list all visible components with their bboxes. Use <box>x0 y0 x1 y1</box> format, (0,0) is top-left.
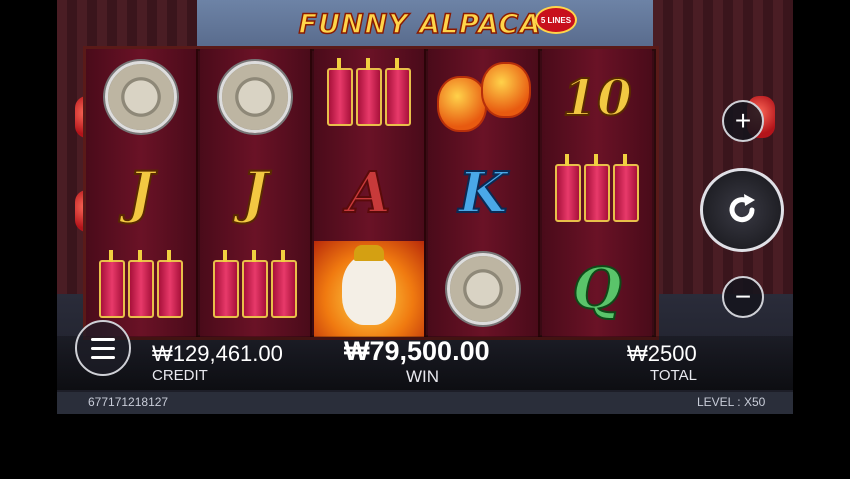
symbol-ten: 10 <box>561 67 633 128</box>
alpaca-hat-icon <box>354 245 384 261</box>
symbol-gong <box>86 49 196 145</box>
symbol-firecrackers <box>542 145 652 241</box>
increase-bet-button[interactable]: + <box>722 100 764 142</box>
minus-icon: − <box>734 281 752 312</box>
reel-3: A <box>314 49 426 337</box>
win-label: WIN <box>406 367 440 386</box>
game-logo: FUNNY ALPACA <box>270 6 570 42</box>
level-label: LEVEL : <box>697 395 741 409</box>
symbol-firecrackers <box>200 241 310 337</box>
logo-title: FUNNY ALPACA <box>298 8 542 41</box>
symbol-alpaca-wild <box>314 241 424 337</box>
hamburger-icon <box>91 337 115 341</box>
reel-4: K <box>428 49 540 337</box>
symbol-gong <box>428 241 538 337</box>
symbol-j: J <box>241 159 269 227</box>
spin-button[interactable] <box>700 168 784 252</box>
symbol-gong <box>200 49 310 145</box>
info-bar: 677171218127 LEVEL : X50 <box>57 392 793 414</box>
gong-icon <box>447 253 519 325</box>
reel-grid: J J A K 10 Q <box>83 46 659 340</box>
reel-1: J <box>86 49 198 337</box>
alpaca-icon <box>342 255 396 325</box>
symbol-lanterns <box>428 49 538 145</box>
session-id: 677171218127 <box>88 395 169 409</box>
gong-icon <box>219 61 291 133</box>
decrease-bet-button[interactable]: − <box>722 276 764 318</box>
symbol-q: Q <box>572 255 623 323</box>
credit-label: CREDIT <box>152 367 208 384</box>
firecrackers-icon <box>99 250 183 318</box>
menu-button[interactable] <box>75 320 131 376</box>
win-value: ₩79,500.00 <box>344 336 490 366</box>
symbol-k: K <box>458 159 509 227</box>
firecrackers-icon <box>555 154 639 222</box>
reel-5: 10 Q <box>542 49 652 337</box>
total-bet-value: ₩2500 <box>627 341 697 366</box>
symbol-firecrackers <box>314 49 424 145</box>
reel-2: J <box>200 49 312 337</box>
lines-badge: 5 LINES <box>535 6 577 34</box>
credit-value: ₩129,461.00 <box>152 341 283 366</box>
symbol-a: A <box>346 159 391 227</box>
firecrackers-icon <box>213 250 297 318</box>
firecrackers-icon <box>327 58 411 126</box>
lanterns-icon <box>437 62 531 132</box>
total-bet-label: TOTAL <box>650 367 697 384</box>
gong-icon <box>105 61 177 133</box>
level-value: X50 <box>744 395 766 409</box>
refresh-arrow-icon <box>729 194 755 223</box>
symbol-j: J <box>127 159 155 227</box>
plus-icon: + <box>734 105 752 136</box>
